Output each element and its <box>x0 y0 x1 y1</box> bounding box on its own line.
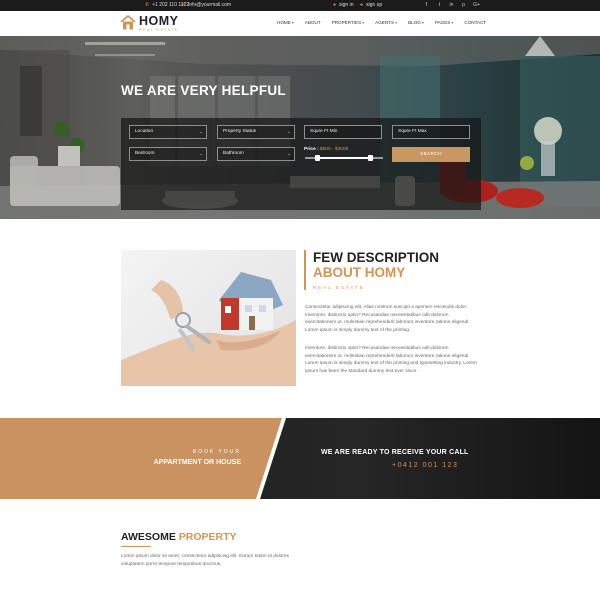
property-search-form: Location ⌄ Property Status ⌄ Squre Ft Mi… <box>121 118 481 210</box>
sqft-max-placeholder: Squre Ft Max <box>398 129 427 134</box>
nav-pages[interactable]: PAGES ▾ <box>435 20 454 25</box>
about-paragraph-2: Inventore, distinctio optio? Recusandae … <box>305 346 477 374</box>
bathroom-select[interactable]: Bathroom ⌄ <box>217 147 295 161</box>
location-select-label: Location <box>135 129 154 134</box>
linkedin-icon[interactable]: in <box>448 2 455 9</box>
envelope-icon: ✉ <box>181 2 186 8</box>
title-underline <box>121 546 151 547</box>
sqft-max-input[interactable]: Squre Ft Max <box>392 125 470 139</box>
hero-section: WE ARE VERY HELPFUL Location ⌄ Property … <box>0 36 600 219</box>
sign-up-text: sign up <box>366 2 383 8</box>
logo[interactable]: HOMY REAL ESTATE <box>120 15 179 32</box>
chevron-down-icon: ▾ <box>362 20 365 25</box>
property-status-label: Property Status <box>223 129 257 134</box>
chevron-down-icon: ▾ <box>421 20 424 25</box>
sign-in-link[interactable]: ● sign in <box>333 2 353 8</box>
top-bar: ✆ +1 202 110 1122 ✉ info@yourmail.com ● … <box>0 0 600 11</box>
topbar-email[interactable]: ✉ info@yourmail.com <box>181 2 231 8</box>
about-image-house-keys <box>121 250 296 386</box>
sign-up-link[interactable]: ● sign up <box>360 2 382 8</box>
nav-contact-label: CONTACT <box>464 20 487 25</box>
facebook-icon[interactable]: f <box>423 2 430 9</box>
bedroom-select-label: Bedroom <box>135 151 155 156</box>
book-your-text: BOOK YOUR <box>192 449 241 455</box>
nav-about[interactable]: ABOUT <box>305 20 321 25</box>
site-header: HOMY REAL ESTATE HOME ▾ ABOUT PROPERTIES ▾… <box>0 11 600 36</box>
chevron-down-icon: ▾ <box>395 20 398 25</box>
house-logo-icon <box>120 14 136 30</box>
nav-properties[interactable]: PROPERTIES ▾ <box>332 20 365 25</box>
bedroom-select[interactable]: Bedroom ⌄ <box>129 147 207 161</box>
property-status-select[interactable]: Property Status ⌄ <box>217 125 295 139</box>
location-select[interactable]: Location ⌄ <box>129 125 207 139</box>
nav-pages-label: PAGES <box>434 20 451 25</box>
banner-phone-number[interactable]: +0412 001 123 <box>392 462 458 469</box>
nav-about-label: ABOUT <box>304 20 321 25</box>
bathroom-select-label: Bathroom <box>223 151 244 156</box>
nav-home[interactable]: HOME ▾ <box>277 20 294 25</box>
main-nav: HOME ▾ ABOUT PROPERTIES ▾ AGENTS ▾ BLOG ▾ PA… <box>277 20 486 25</box>
nav-blog[interactable]: BLOG ▾ <box>408 20 424 25</box>
topbar-email-text: info@yourmail.com <box>188 2 232 8</box>
phone-icon: ✆ <box>145 2 150 8</box>
nav-properties-label: PROPERTIES <box>331 20 362 25</box>
awesome-property-title: AWESOME PROPERTY <box>121 531 237 543</box>
price-slider-fill <box>317 157 371 159</box>
about-heading: FEW DESCRIPTION ABOUT HOMY REAL ESTATE <box>304 250 439 290</box>
chevron-down-icon: ▾ <box>291 20 294 25</box>
pinterest-icon[interactable]: p <box>460 2 467 9</box>
search-button[interactable]: SEARCH <box>392 147 470 162</box>
user-plus-icon: ● <box>360 2 364 8</box>
nav-home-label: HOME <box>277 20 291 25</box>
nav-contact[interactable]: CONTACT <box>464 20 486 25</box>
about-subtitle: REAL ESTATE <box>313 285 365 290</box>
banner-dark-panel <box>259 418 600 499</box>
chevron-down-icon: ▾ <box>451 20 454 25</box>
brand-name: HOMY <box>139 14 179 28</box>
price-label: Price : $500 - $3000 <box>304 147 348 152</box>
call-to-action-banner: BOOK YOUR APPARTMENT OR HOUSE WE ARE REA… <box>0 418 600 499</box>
price-range-slider[interactable] <box>305 155 383 161</box>
apartment-or-house-text[interactable]: APPARTMENT OR HOUSE <box>138 459 241 466</box>
hero-title: WE ARE VERY HELPFUL <box>121 83 286 98</box>
google-plus-icon[interactable]: G+ <box>472 2 481 9</box>
awesome-title-part1: AWESOME <box>121 531 176 543</box>
ready-to-call-text: WE ARE READY TO RECEIVE YOUR CALL <box>321 449 469 456</box>
price-slider-min-handle[interactable] <box>314 155 320 161</box>
sign-in-text: sign in <box>339 2 354 8</box>
about-title-line1: FEW DESCRIPTION <box>313 250 440 265</box>
about-title-line2: ABOUT HOMY <box>313 265 406 280</box>
price-range-value: $500 - $3000 <box>320 147 349 152</box>
nav-agents[interactable]: AGENTS ▾ <box>375 20 397 25</box>
price-slider-max-handle[interactable] <box>368 155 374 161</box>
chevron-down-icon: ⌄ <box>199 151 203 156</box>
brand-tagline: REAL ESTATE <box>139 28 179 32</box>
chevron-down-icon: ⌄ <box>287 129 291 134</box>
nav-agents-label: AGENTS <box>375 20 395 25</box>
sqft-min-input[interactable]: Squre Ft Min <box>304 125 382 139</box>
nav-blog-label: BLOG <box>408 20 421 25</box>
twitter-icon[interactable]: t <box>436 2 443 9</box>
awesome-property-text: Lorem ipsum dolor sit amet, consectetur … <box>121 554 289 567</box>
price-label-text: Price : <box>304 147 319 152</box>
about-paragraph-1: Consectetur adipiscing elit. Alias nostr… <box>305 305 469 333</box>
chevron-down-icon: ⌄ <box>287 151 291 156</box>
chevron-down-icon: ⌄ <box>199 129 203 134</box>
sqft-min-placeholder: Squre Ft Min <box>310 129 338 134</box>
awesome-title-part2: PROPERTY <box>178 531 237 543</box>
user-icon: ● <box>333 2 337 8</box>
